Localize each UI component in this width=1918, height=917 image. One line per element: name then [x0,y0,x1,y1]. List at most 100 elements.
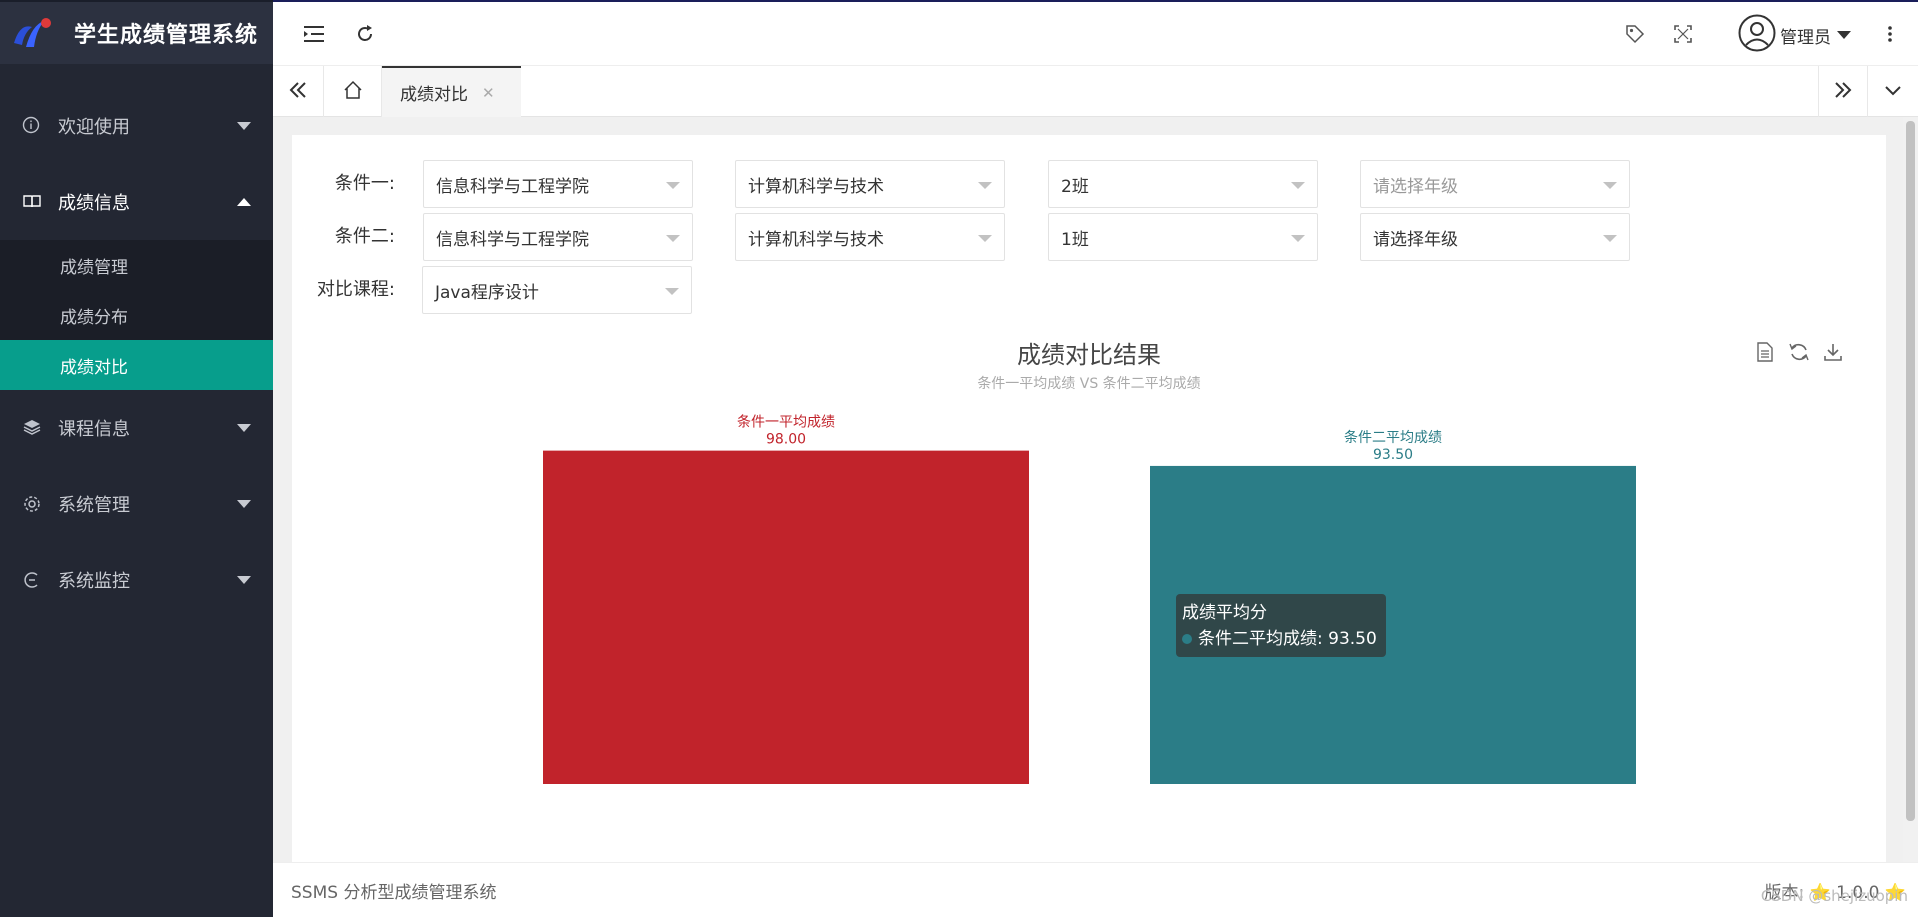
avatar-icon [1738,14,1776,57]
page-scrollbar[interactable] [1903,117,1918,862]
sidebar-item-system[interactable]: 系统管理 [0,466,273,542]
user-name: 管理员 [1780,27,1831,48]
monitor-icon [22,570,42,590]
chart-title: 成绩对比结果 [1017,341,1161,369]
info-circle-icon [22,116,42,136]
double-chevron-right-icon [1834,81,1852,103]
condition-two-label: 条件二: [334,226,395,247]
condition-two-class-select[interactable]: 1班 [1048,213,1318,261]
chevron-down-icon [237,576,251,584]
course-label: 对比课程: [316,279,395,300]
condition-one-college-select[interactable]: 信息科学与工程学院 [423,160,693,208]
chart-subtitle: 条件一平均成绩 VS 条件二平均成绩 [977,376,1201,392]
condition-two-college-select[interactable]: 信息科学与工程学院 [423,213,693,261]
select-value: 信息科学与工程学院 [436,176,589,197]
sidebar-item-label: 欢迎使用 [58,117,130,138]
tabs-scroll-right-button[interactable] [1818,66,1868,117]
chevron-down-icon [237,424,251,432]
sidebar: 学生成绩管理系统 欢迎使用 成绩信息 成绩管理 成绩分布 成绩对比 课程信息 系… [0,0,273,917]
caret-down-icon [666,235,680,242]
caret-down-icon [1603,235,1617,242]
chevron-down-icon [1837,31,1851,39]
user-menu[interactable]: 管理员 [1738,14,1851,57]
caret-down-icon [978,182,992,189]
tabs-bar: 成绩对比 ✕ [273,66,1918,117]
select-value: 请选择年级 [1373,229,1458,250]
tag-icon[interactable] [1621,20,1649,48]
chevron-up-icon [237,198,251,206]
condition-two-row: 条件二: 信息科学与工程学院 计算机科学与技术 1班 请选择年级 [292,213,1886,261]
app-logo [10,13,54,53]
condition-one-major-select[interactable]: 计算机科学与技术 [735,160,1005,208]
caret-down-icon [1291,182,1305,189]
condition-two-major-select[interactable]: 计算机科学与技术 [735,213,1005,261]
course-select[interactable]: Java程序设计 [422,266,692,314]
sidebar-item-monitor[interactable]: 系统监控 [0,542,273,618]
sidebar-item-label: 系统监控 [58,571,130,592]
close-icon[interactable]: ✕ [482,84,495,102]
tooltip-value: 93.50 [1328,629,1377,649]
gear-icon [22,494,42,514]
bar-category-label: 条件二平均成绩 [1344,429,1442,446]
caret-down-icon [978,235,992,242]
fullscreen-icon[interactable] [1669,20,1697,48]
chevron-down-icon [237,122,251,130]
refresh-icon[interactable] [351,20,379,48]
app-title: 学生成绩管理系统 [74,23,259,48]
topbar: 管理员 [273,0,1918,66]
condition-two-grade-select[interactable]: 请选择年级 [1360,213,1630,261]
sidebar-item-score-distribution[interactable]: 成绩分布 [0,290,273,340]
sidebar-item-label: 成绩信息 [58,193,130,214]
watermark: CSDN @shejizuopin [1760,887,1908,905]
select-value: 1班 [1061,229,1089,250]
caret-down-icon [665,288,679,295]
sidebar-item-label: 系统管理 [58,495,130,516]
tooltip-separator: : [1317,629,1329,649]
submenu-scores: 成绩管理 成绩分布 成绩对比 [0,240,273,390]
tabs-scroll-left-button[interactable] [273,66,324,117]
download-icon[interactable] [1822,341,1844,363]
series-dot-icon [1182,634,1192,644]
data-view-icon[interactable] [1754,341,1776,363]
sidebar-menu: 欢迎使用 成绩信息 成绩管理 成绩分布 成绩对比 课程信息 系统管理 系统监控 [0,88,273,618]
sidebar-item-score-manage[interactable]: 成绩管理 [0,240,273,290]
select-value: Java程序设计 [435,282,539,303]
tooltip-series: 条件二平均成绩 [1198,629,1317,649]
restore-icon[interactable] [1788,341,1810,363]
home-icon [343,80,363,104]
condition-one-class-select[interactable]: 2班 [1048,160,1318,208]
condition-one-row: 条件一: 信息科学与工程学院 计算机科学与技术 2班 请选择年级 [292,160,1886,208]
double-chevron-left-icon [289,81,307,103]
bar-chart: 条件一平均成绩98.00 条件二平均成绩93.50 [543,414,1636,784]
tooltip-row: 条件二平均成绩: 93.50 [1182,626,1380,652]
select-value: 信息科学与工程学院 [436,229,589,250]
sidebar-item-courses[interactable]: 课程信息 [0,390,273,466]
footer-app-name: SSMS 分析型成绩管理系统 [291,883,497,903]
tooltip-title: 成绩平均分 [1182,603,1267,623]
chevron-down-icon [1884,82,1902,101]
footer: SSMS 分析型成绩管理系统 版本: ⭐ 1.0.0 ⭐ CSDN @sheji… [273,862,1918,917]
caret-down-icon [1603,182,1617,189]
bar-value-label: 98.00 [766,432,806,448]
select-value: 2班 [1061,176,1089,197]
sidebar-item-score-compare[interactable]: 成绩对比 [0,340,273,390]
select-value: 计算机科学与技术 [748,229,884,250]
course-row: 对比课程: Java程序设计 [292,266,1886,314]
chart-tooltip: 成绩平均分 条件二平均成绩: 93.50 [1176,594,1386,657]
more-vertical-icon[interactable] [1876,20,1904,48]
condition-one-grade-select[interactable]: 请选择年级 [1360,160,1630,208]
sidebar-item-welcome[interactable]: 欢迎使用 [0,88,273,164]
brand: 学生成绩管理系统 [0,0,273,64]
bar-1[interactable] [543,450,1029,784]
tabs-dropdown-button[interactable] [1868,66,1918,117]
scrollbar-thumb[interactable] [1906,121,1915,821]
sidebar-item-scores[interactable]: 成绩信息 [0,164,273,240]
select-placeholder: 请选择年级 [1373,176,1458,197]
chevron-down-icon [237,500,251,508]
main-panel: 条件一: 信息科学与工程学院 计算机科学与技术 2班 请选择年级 条件二: 信息… [292,135,1886,862]
home-tab[interactable] [324,66,382,117]
tab-score-compare[interactable]: 成绩对比 ✕ [382,66,521,117]
menu-collapse-icon[interactable] [301,20,329,48]
condition-one-label: 条件一: [334,173,395,194]
tab-label: 成绩对比 [400,85,468,105]
